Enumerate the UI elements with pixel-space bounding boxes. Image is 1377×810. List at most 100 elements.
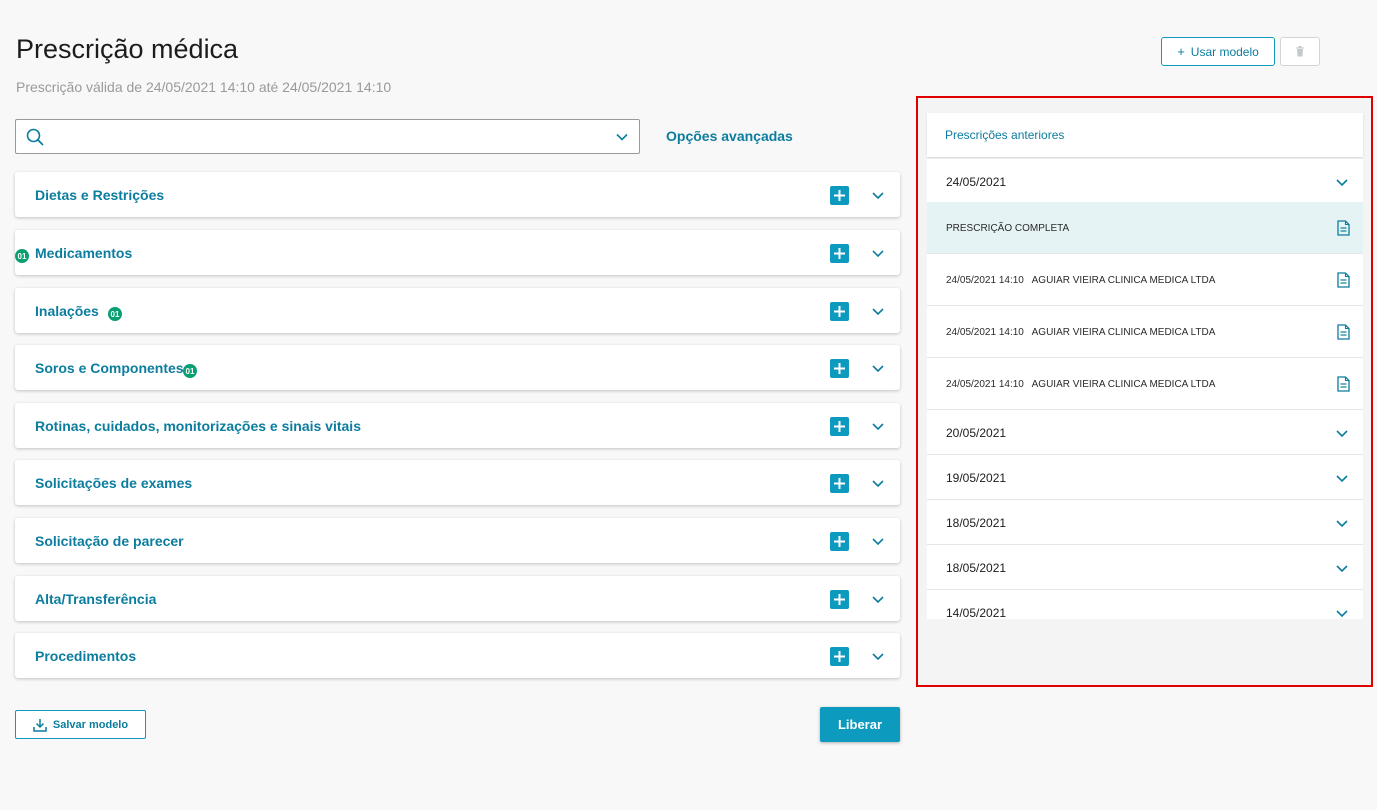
date-group-row[interactable]: 24/05/2021 <box>927 159 1363 204</box>
chevron-down-icon[interactable] <box>615 130 629 144</box>
expand-toggle[interactable] <box>871 650 885 668</box>
accordion-label[interactable]: Dietas e Restrições <box>35 187 164 203</box>
plus-icon <box>834 363 845 374</box>
prescription-entry-row[interactable]: 24/05/2021 14:10 AGUIAR VIEIRA CLINICA M… <box>927 306 1363 358</box>
delete-button[interactable] <box>1280 37 1320 66</box>
add-button[interactable] <box>830 474 849 493</box>
add-button[interactable] <box>830 417 849 436</box>
chevron-down-icon <box>872 250 884 258</box>
chevron-down-icon[interactable] <box>1335 518 1349 530</box>
accordion-rotinas[interactable]: Rotinas, cuidados, monitorizações e sina… <box>15 403 900 448</box>
download-icon <box>33 718 47 732</box>
chevron-down-icon[interactable] <box>1335 473 1349 485</box>
date-label: 24/05/2021 <box>946 175 1007 189</box>
plus-icon <box>834 248 845 259</box>
expand-toggle[interactable] <box>871 593 885 611</box>
count-badge: 01 <box>108 307 122 321</box>
previous-prescriptions-title: Prescrições anteriores <box>945 128 1065 142</box>
search-input[interactable] <box>52 120 592 153</box>
plus-icon <box>834 536 845 547</box>
date-label: 18/05/2021 <box>946 561 1007 575</box>
document-icon[interactable] <box>1337 272 1350 288</box>
expand-toggle[interactable] <box>871 477 885 495</box>
date-label: 20/05/2021 <box>946 426 1007 440</box>
add-button[interactable] <box>830 590 849 609</box>
add-button[interactable] <box>830 359 849 378</box>
accordion-soros[interactable]: Soros e Componentes 01 <box>15 345 900 390</box>
document-icon[interactable] <box>1337 324 1350 340</box>
plus-icon <box>834 421 845 432</box>
prescription-entry-row[interactable]: 24/05/2021 14:10 AGUIAR VIEIRA CLINICA M… <box>927 254 1363 306</box>
accordion-label[interactable]: Soros e Componentes <box>35 360 184 376</box>
date-label: 14/05/2021 <box>946 606 1007 619</box>
count-badge: 01 <box>183 364 197 378</box>
complete-prescription-row[interactable]: PRESCRIÇÃO COMPLETA <box>927 202 1363 254</box>
chevron-down-icon <box>872 423 884 431</box>
save-model-button[interactable]: Salvar modelo <box>15 710 146 739</box>
plus-icon: + <box>1177 44 1185 59</box>
chevron-down-icon <box>872 308 884 316</box>
search-icon <box>26 128 44 146</box>
add-button[interactable] <box>830 302 849 321</box>
add-button[interactable] <box>830 647 849 666</box>
accordion-label[interactable]: Inalações <box>35 303 99 319</box>
expand-toggle[interactable] <box>871 305 885 323</box>
prescription-entry-label: 24/05/2021 14:10 AGUIAR VIEIRA CLINICA M… <box>946 275 1216 286</box>
count-badge: 01 <box>15 249 29 263</box>
accordion-medicamentos[interactable]: Medicamentos 01 <box>15 230 900 275</box>
accordion-parecer[interactable]: Solicitação de parecer <box>15 518 900 563</box>
date-group-row[interactable]: 14/05/2021 <box>927 590 1363 619</box>
expand-toggle[interactable] <box>871 535 885 553</box>
use-model-button[interactable]: + Usar modelo <box>1161 37 1275 66</box>
accordion-label[interactable]: Alta/Transferência <box>35 591 156 607</box>
chevron-down-icon <box>872 480 884 488</box>
trash-icon <box>1296 46 1304 57</box>
date-group-row[interactable]: 19/05/2021 <box>927 455 1363 500</box>
add-button[interactable] <box>830 186 849 205</box>
plus-icon <box>834 190 845 201</box>
accordion-procedimentos[interactable]: Procedimentos <box>15 633 900 678</box>
expand-toggle[interactable] <box>871 362 885 380</box>
use-model-label: Usar modelo <box>1190 44 1259 59</box>
chevron-down-icon <box>872 653 884 661</box>
accordion-label[interactable]: Solicitação de parecer <box>35 533 184 549</box>
accordion-label[interactable]: Medicamentos <box>35 245 132 261</box>
accordion-label[interactable]: Solicitações de exames <box>35 475 192 491</box>
prescription-entry-label: PRESCRIÇÃO COMPLETA <box>946 223 1070 234</box>
advanced-options-link[interactable]: Opções avançadas <box>666 128 793 144</box>
release-button[interactable]: Liberar <box>820 707 900 742</box>
plus-icon <box>834 651 845 662</box>
date-group-row[interactable]: 18/05/2021 <box>927 545 1363 590</box>
expand-toggle[interactable] <box>871 247 885 265</box>
chevron-down-icon[interactable] <box>1335 563 1349 575</box>
date-group-row[interactable]: 18/05/2021 <box>927 500 1363 545</box>
add-button[interactable] <box>830 532 849 551</box>
accordion-inalacoes[interactable]: Inalações 01 <box>15 288 900 333</box>
chevron-down-icon[interactable] <box>1335 428 1349 440</box>
add-button[interactable] <box>830 244 849 263</box>
plus-icon <box>834 478 845 489</box>
prescription-entry-row[interactable]: 24/05/2021 14:10 AGUIAR VIEIRA CLINICA M… <box>927 358 1363 410</box>
prescription-entry-label: 24/05/2021 14:10 AGUIAR VIEIRA CLINICA M… <box>946 327 1216 338</box>
accordion-label[interactable]: Rotinas, cuidados, monitorizações e sina… <box>35 418 361 434</box>
search-combobox[interactable] <box>15 119 640 154</box>
prescription-entry-label: 24/05/2021 14:10 AGUIAR VIEIRA CLINICA M… <box>946 379 1216 390</box>
page-title: Prescrição médica <box>16 34 239 64</box>
page-subtitle: Prescrição válida de 24/05/2021 14:10 at… <box>16 79 392 95</box>
expand-toggle[interactable] <box>871 189 885 207</box>
previous-prescriptions-list: 24/05/2021 PRESCRIÇÃO COMPLETA 24/05/2021 … <box>927 159 1370 619</box>
accordion-dietas[interactable]: Dietas e Restrições <box>15 172 900 217</box>
plus-icon <box>834 594 845 605</box>
expand-toggle[interactable] <box>871 420 885 438</box>
save-model-label: Salvar modelo <box>52 718 129 731</box>
date-group-row[interactable]: 20/05/2021 <box>927 410 1363 455</box>
accordion-label[interactable]: Procedimentos <box>35 648 136 664</box>
previous-prescriptions-header: Prescrições anteriores <box>927 113 1363 157</box>
accordion-alta[interactable]: Alta/Transferência <box>15 576 900 621</box>
document-icon[interactable] <box>1337 220 1350 236</box>
chevron-down-icon[interactable] <box>1335 177 1349 189</box>
chevron-down-icon[interactable] <box>1335 608 1349 619</box>
document-icon[interactable] <box>1337 376 1350 392</box>
chevron-down-icon <box>872 538 884 546</box>
accordion-exames[interactable]: Solicitações de exames <box>15 460 900 505</box>
